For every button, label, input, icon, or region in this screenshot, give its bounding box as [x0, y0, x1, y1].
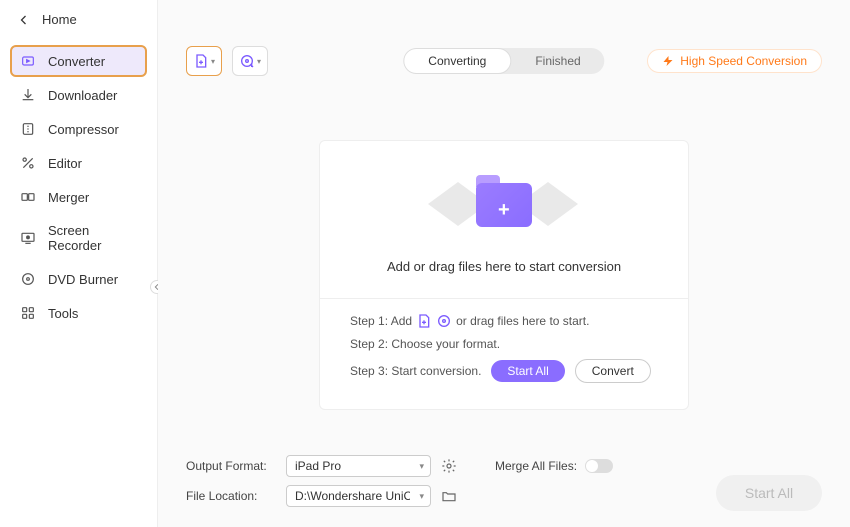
start-all-button[interactable]: Start All	[716, 475, 822, 511]
convert-pill-button[interactable]: Convert	[575, 359, 651, 383]
sidebar-item-label: Converter	[48, 54, 105, 69]
downloader-icon	[20, 87, 36, 103]
sidebar-item-label: Downloader	[48, 88, 117, 103]
high-speed-conversion-pill[interactable]: High Speed Conversion	[647, 49, 822, 73]
add-file-button[interactable]: ▾	[186, 46, 222, 76]
chevron-down-icon: ▾	[419, 491, 424, 502]
sidebar-item-label: Compressor	[48, 122, 119, 137]
home-row[interactable]: Home	[0, 0, 157, 41]
sidebar-item-editor[interactable]: Editor	[10, 147, 147, 179]
settings-icon[interactable]	[441, 458, 457, 474]
tabs: Converting Finished	[403, 48, 604, 74]
dropzone[interactable]: + Add or drag files here to start conver…	[319, 140, 689, 410]
tools-icon	[20, 305, 36, 321]
sidebar-item-label: Merger	[48, 190, 89, 205]
converter-icon	[20, 53, 36, 69]
home-label: Home	[42, 12, 77, 27]
output-format-label: Output Format:	[186, 459, 276, 473]
dvd-burner-icon	[20, 271, 36, 287]
sidebar-item-downloader[interactable]: Downloader	[10, 79, 147, 111]
sidebar-item-merger[interactable]: Merger	[10, 181, 147, 213]
file-location-select[interactable]: D:\Wondershare UniConverter 1 ▾	[286, 485, 431, 507]
sidebar-item-compressor[interactable]: Compressor	[10, 113, 147, 145]
bottom-bar: Output Format: iPad Pro ▾ Merge All File…	[186, 455, 822, 515]
back-icon	[18, 14, 30, 26]
sidebar-item-label: Screen Recorder	[48, 223, 137, 253]
file-location-label: File Location:	[186, 489, 276, 503]
add-dvd-icon	[239, 53, 255, 69]
sidebar-item-dvd-burner[interactable]: DVD Burner	[10, 263, 147, 295]
dropzone-text: Add or drag files here to start conversi…	[340, 259, 668, 274]
hsc-label: High Speed Conversion	[680, 54, 807, 68]
main-panel: ▾ ▾ Converting Finished High Speed Conve…	[158, 0, 850, 527]
add-dvd-button[interactable]: ▾	[232, 46, 268, 76]
add-file-icon	[416, 313, 432, 329]
chevron-down-icon: ▾	[419, 461, 424, 472]
merge-label: Merge All Files:	[495, 459, 577, 473]
folder-open-icon[interactable]	[441, 488, 457, 504]
step-3: Step 3: Start conversion. Start All Conv…	[350, 359, 658, 383]
output-format-select[interactable]: iPad Pro ▾	[286, 455, 431, 477]
merger-icon	[20, 189, 36, 205]
start-all-pill-button[interactable]: Start All	[491, 360, 564, 382]
sidebar-item-label: DVD Burner	[48, 272, 118, 287]
editor-icon	[20, 155, 36, 171]
step-1: Step 1: Add or drag files here to start.	[350, 313, 658, 329]
add-dvd-icon	[436, 313, 452, 329]
screen-recorder-icon	[20, 230, 36, 246]
add-file-icon	[193, 53, 209, 69]
chevron-down-icon: ▾	[257, 57, 261, 66]
tab-converting[interactable]: Converting	[403, 48, 511, 74]
sidebar-item-screen-recorder[interactable]: Screen Recorder	[10, 215, 147, 261]
sidebar-item-label: Tools	[48, 306, 78, 321]
compressor-icon	[20, 121, 36, 137]
tab-finished[interactable]: Finished	[511, 48, 604, 74]
sidebar: Home Converter Downloader Compressor Edi…	[0, 0, 158, 527]
step-2: Step 2: Choose your format.	[350, 337, 658, 351]
sidebar-item-label: Editor	[48, 156, 82, 171]
sidebar-item-converter[interactable]: Converter	[10, 45, 147, 77]
merge-toggle[interactable]	[585, 459, 613, 473]
folder-illustration: +	[458, 171, 550, 241]
sidebar-item-tools[interactable]: Tools	[10, 297, 147, 329]
lightning-icon	[662, 55, 674, 67]
chevron-down-icon: ▾	[211, 57, 215, 66]
